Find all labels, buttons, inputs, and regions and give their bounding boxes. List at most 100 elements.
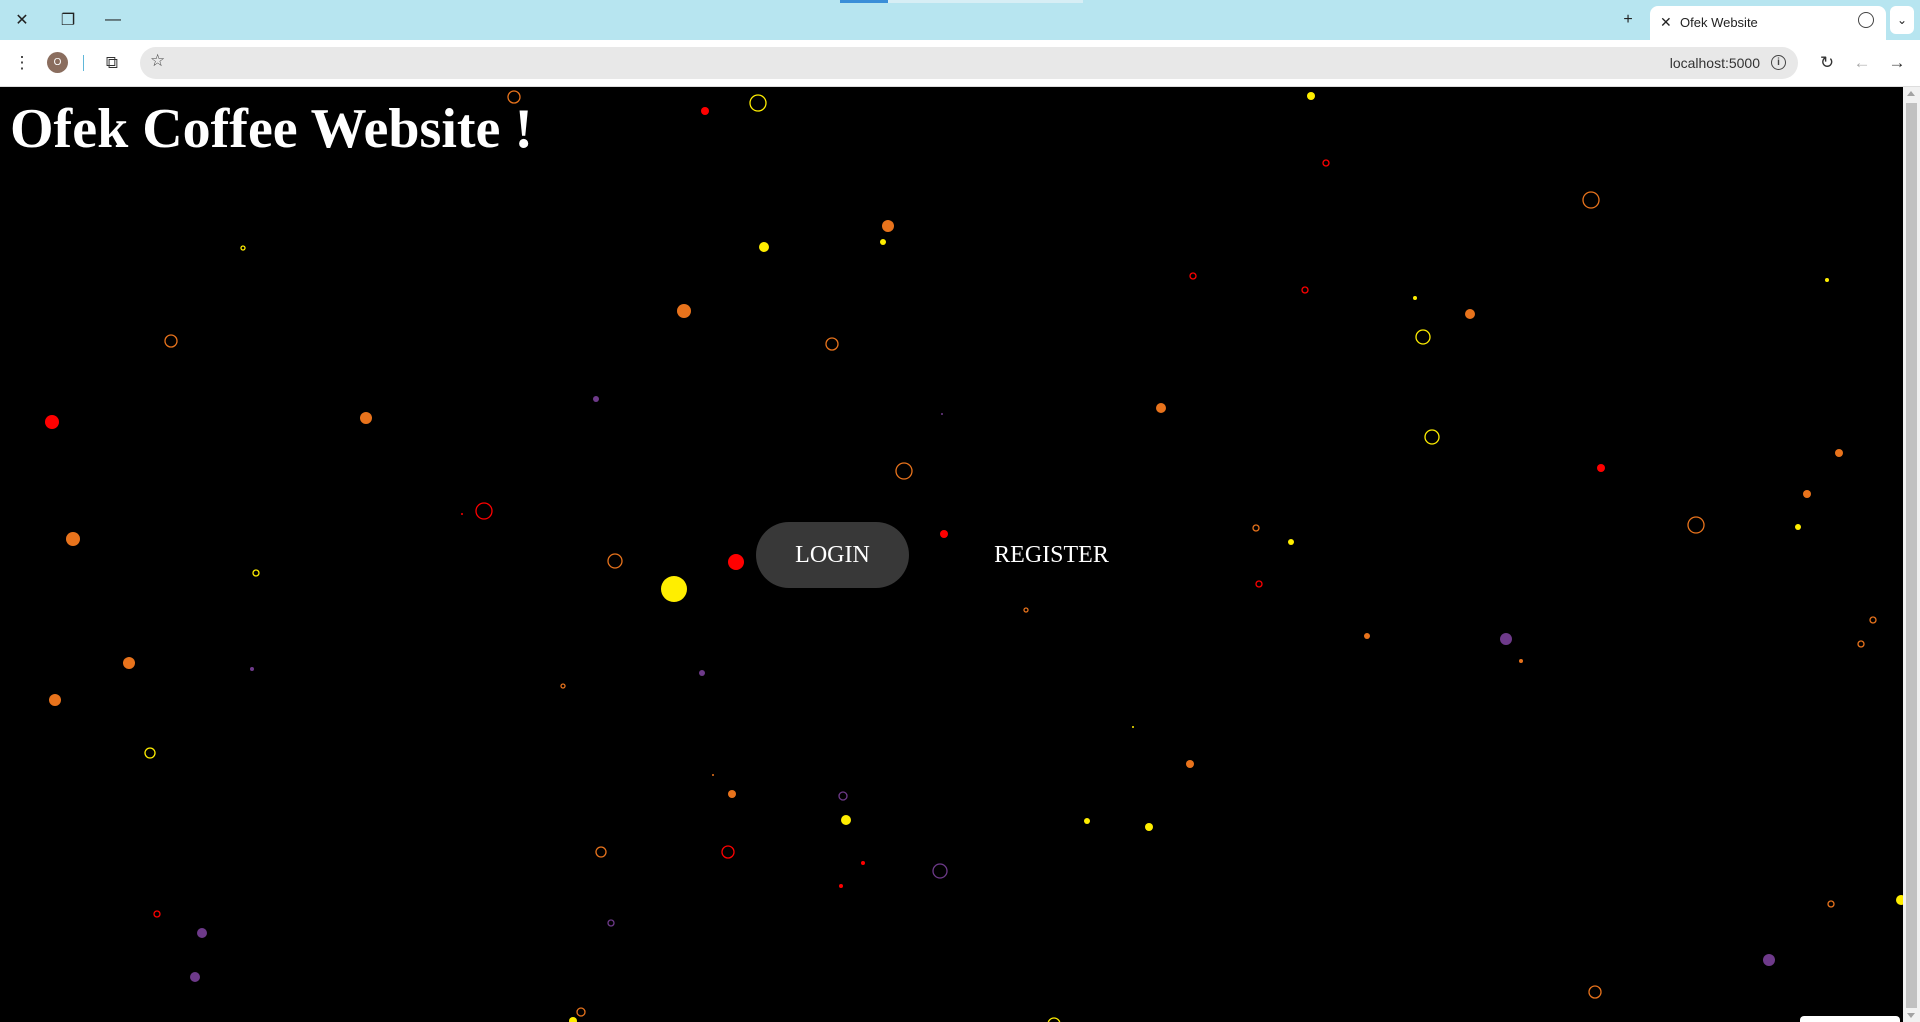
particle-dot: [49, 694, 61, 706]
particle-dot: [699, 670, 705, 676]
particle-dot: [475, 502, 493, 520]
particle-dot: [1189, 272, 1197, 280]
particle-dot: [593, 396, 599, 402]
particle-dot: [240, 245, 246, 251]
address-bar[interactable]: ☆ localhost:5000 i: [140, 47, 1798, 79]
particle-dot: [1763, 954, 1775, 966]
bookmark-star-icon[interactable]: ☆: [150, 51, 165, 71]
particle-dot: [940, 530, 948, 538]
particle-dot: [749, 94, 767, 112]
particle-dot: [841, 815, 851, 825]
new-tab-icon[interactable]: +: [1616, 8, 1640, 32]
particle-dot: [1896, 895, 1903, 905]
particle-dot: [123, 657, 135, 669]
particle-dot: [1301, 286, 1309, 294]
scroll-up-icon[interactable]: [1907, 91, 1915, 96]
particle-dot: [1687, 516, 1705, 534]
particle-dot: [560, 683, 566, 689]
particle-dot: [164, 334, 178, 348]
particle-dot: [45, 415, 59, 429]
site-info-icon[interactable]: i: [1771, 55, 1786, 70]
particle-dot: [576, 1007, 586, 1017]
particle-dot: [1582, 191, 1600, 209]
particle-dot: [701, 107, 709, 115]
particle-dot: [1132, 726, 1134, 728]
particle-dot: [1413, 296, 1417, 300]
particle-dot: [1084, 818, 1090, 824]
particle-dot: [882, 220, 894, 232]
particle-dot: [1597, 464, 1605, 472]
particle-dot: [1825, 278, 1829, 282]
particle-dot: [1186, 760, 1194, 768]
scroll-down-icon[interactable]: [1907, 1013, 1915, 1018]
toolbar-divider: [83, 55, 84, 71]
login-button[interactable]: LOGIN: [756, 522, 909, 588]
forward-icon[interactable]: →: [1885, 51, 1909, 75]
register-button[interactable]: REGISTER: [975, 522, 1128, 588]
tab-close-icon[interactable]: ✕: [1660, 14, 1672, 31]
particle-dot: [190, 972, 200, 982]
extensions-icon[interactable]: ⧉: [100, 51, 124, 75]
particle-dot: [1307, 92, 1315, 100]
back-icon[interactable]: ←: [1850, 51, 1874, 75]
particle-dot: [1145, 823, 1153, 831]
particle-dot: [1803, 490, 1811, 498]
reload-icon[interactable]: ↻: [1815, 51, 1839, 75]
particle-dot: [880, 239, 886, 245]
particle-dot: [759, 242, 769, 252]
page-viewport: Ofek Coffee Website ! LOGIN REGISTER: [0, 87, 1903, 1022]
restore-icon[interactable]: ❐: [56, 8, 80, 32]
particle-dot: [595, 846, 607, 858]
particle-dot: [1500, 633, 1512, 645]
page-title: Ofek Coffee Website !: [10, 98, 534, 160]
scroll-thumb[interactable]: [1906, 103, 1917, 1008]
particle-dot: [66, 532, 80, 546]
particle-dot: [461, 513, 463, 515]
particle-dot: [1288, 539, 1294, 545]
particle-dot: [360, 412, 372, 424]
particle-dot: [861, 861, 865, 865]
particle-dot: [895, 462, 913, 480]
particle-dot: [712, 774, 714, 776]
particle-dot: [1588, 985, 1602, 999]
particle-dot: [569, 1017, 577, 1022]
particle-dot: [932, 863, 948, 879]
particle-dot: [839, 884, 843, 888]
particle-dot: [1869, 616, 1877, 624]
particle-dot: [1322, 159, 1330, 167]
globe-icon: [1858, 12, 1874, 28]
vertical-scrollbar[interactable]: [1903, 87, 1920, 1022]
particle-dot: [728, 554, 744, 570]
particle-dot: [1156, 403, 1166, 413]
tab-group-indicator: [840, 0, 888, 3]
avatar[interactable]: O: [47, 52, 68, 73]
tab-group-indicator-light: [888, 0, 1083, 3]
particle-dot: [1255, 580, 1263, 588]
particle-dot: [661, 576, 687, 602]
particle-dot: [1857, 640, 1865, 648]
minimize-icon[interactable]: —: [101, 8, 125, 32]
menu-icon[interactable]: ⋮: [10, 51, 34, 75]
particle-dot: [144, 747, 156, 759]
url-text[interactable]: localhost:5000: [1670, 55, 1760, 71]
particle-dot: [1835, 449, 1843, 457]
active-tab[interactable]: ✕ Ofek Website: [1650, 6, 1886, 40]
particle-dot: [1465, 309, 1475, 319]
particle-dot: [1424, 429, 1440, 445]
tab-menu-icon[interactable]: ⌄: [1890, 6, 1914, 34]
particle-dot: [153, 910, 161, 918]
particle-dot: [252, 569, 260, 577]
particle-dot: [250, 667, 254, 671]
browser-toolbar: ⋮ O ⧉ ☆ localhost:5000 i ↻ ← →: [0, 40, 1920, 87]
corner-panel: [1800, 1016, 1900, 1022]
close-icon[interactable]: ✕: [10, 8, 34, 32]
particle-dot: [838, 791, 848, 801]
tab-title: Ofek Website: [1680, 15, 1758, 30]
tab-strip: ✕ ❐ — + ✕ Ofek Website ⌄: [0, 0, 1920, 40]
particle-dot: [721, 845, 735, 859]
particle-dot: [1827, 900, 1835, 908]
particle-dot: [197, 928, 207, 938]
particle-dot: [607, 919, 615, 927]
particle-background: [45, 90, 1903, 1022]
particle-dot: [941, 413, 943, 415]
